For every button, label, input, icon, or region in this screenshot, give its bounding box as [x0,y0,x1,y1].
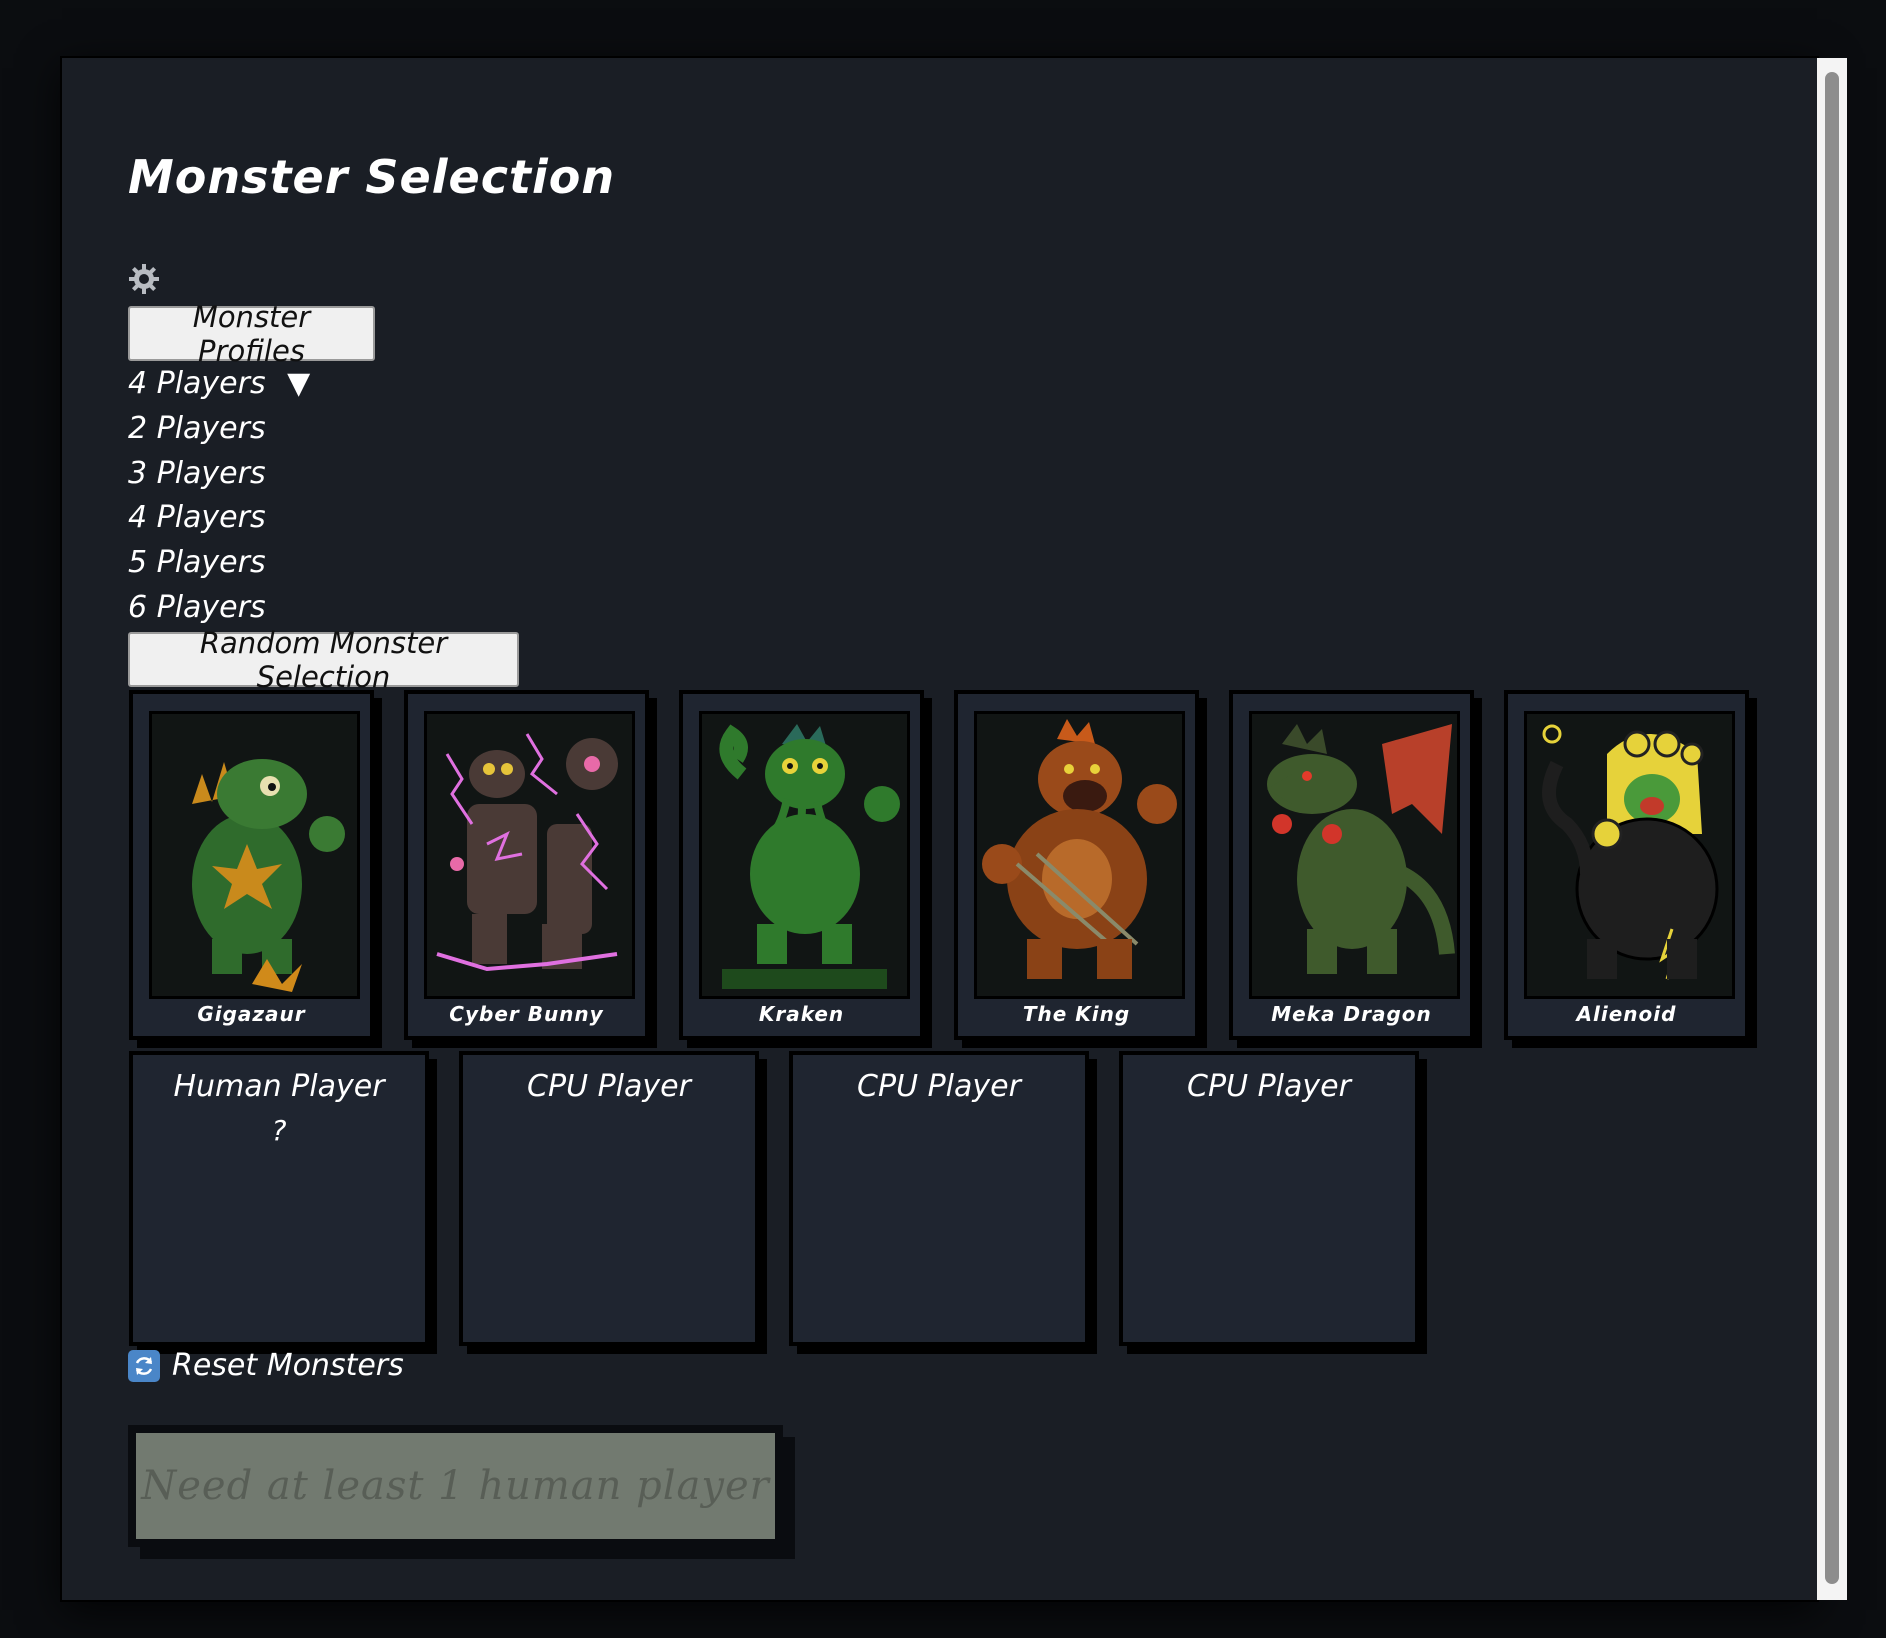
players-select-value: 4 Players [128,366,266,401]
monster-card-meka-dragon[interactable]: Meka Dragon [1229,690,1474,1040]
gear-icon[interactable] [128,263,160,295]
player-option-2[interactable]: 2 Players [128,407,266,451]
monster-profiles-button[interactable]: Monster Profiles [128,300,375,368]
player-option-3[interactable]: 3 Players [128,452,266,496]
start-game-button[interactable]: Need at least 1 human player [128,1425,783,1547]
chevron-down-icon: ▼ [287,366,311,401]
player-option-5[interactable]: 5 Players [128,541,266,585]
monster-name: The King [1022,1002,1131,1026]
monster-card-the-king[interactable]: The King [954,690,1199,1040]
alienoid-portrait [1524,711,1735,999]
player-slot-4[interactable]: CPU Player [1119,1051,1419,1346]
reset-label: Reset Monsters [172,1348,404,1383]
player-slot-1[interactable]: Human Player ? [129,1051,429,1346]
monster-card-alienoid[interactable]: Alienoid [1504,690,1749,1040]
random-monster-selection-button[interactable]: Random Monster Selection [128,626,519,694]
monster-card-gigazaur[interactable]: Gigazaur [129,690,374,1040]
monster-name: Meka Dragon [1271,1002,1432,1026]
monster-name: Alienoid [1576,1002,1677,1026]
the-king-portrait [974,711,1185,999]
player-slot-3[interactable]: CPU Player [789,1051,1089,1346]
monster-card-kraken[interactable]: Kraken [679,690,924,1040]
refresh-icon [128,1349,160,1382]
meka-dragon-portrait [1249,711,1460,999]
players-select[interactable]: 4 Players ▼ [128,362,310,406]
cyber-bunny-portrait [424,711,635,999]
slot-label: CPU Player [857,1069,1021,1104]
slot-label: CPU Player [1187,1069,1351,1104]
slot-label: Human Player [173,1069,385,1104]
kraken-portrait [699,711,910,999]
slot-monster: ? [271,1114,287,1147]
player-option-6[interactable]: 6 Players [128,586,266,630]
scrollbar-thumb[interactable] [1825,72,1839,1584]
player-slot-2[interactable]: CPU Player [459,1051,759,1346]
monster-card-cyber-bunny[interactable]: Cyber Bunny [404,690,649,1040]
player-option-4[interactable]: 4 Players [128,496,266,540]
gigazaur-portrait [149,711,360,999]
reset-monsters-button[interactable]: Reset Monsters [128,1348,404,1383]
monster-name: Gigazaur [197,1002,306,1026]
monster-name: Kraken [758,1002,845,1026]
start-game-label: Need at least 1 human player [136,1433,775,1539]
slot-label: CPU Player [527,1069,691,1104]
monster-name: Cyber Bunny [449,1002,604,1026]
page-title: Monster Selection [128,150,616,204]
